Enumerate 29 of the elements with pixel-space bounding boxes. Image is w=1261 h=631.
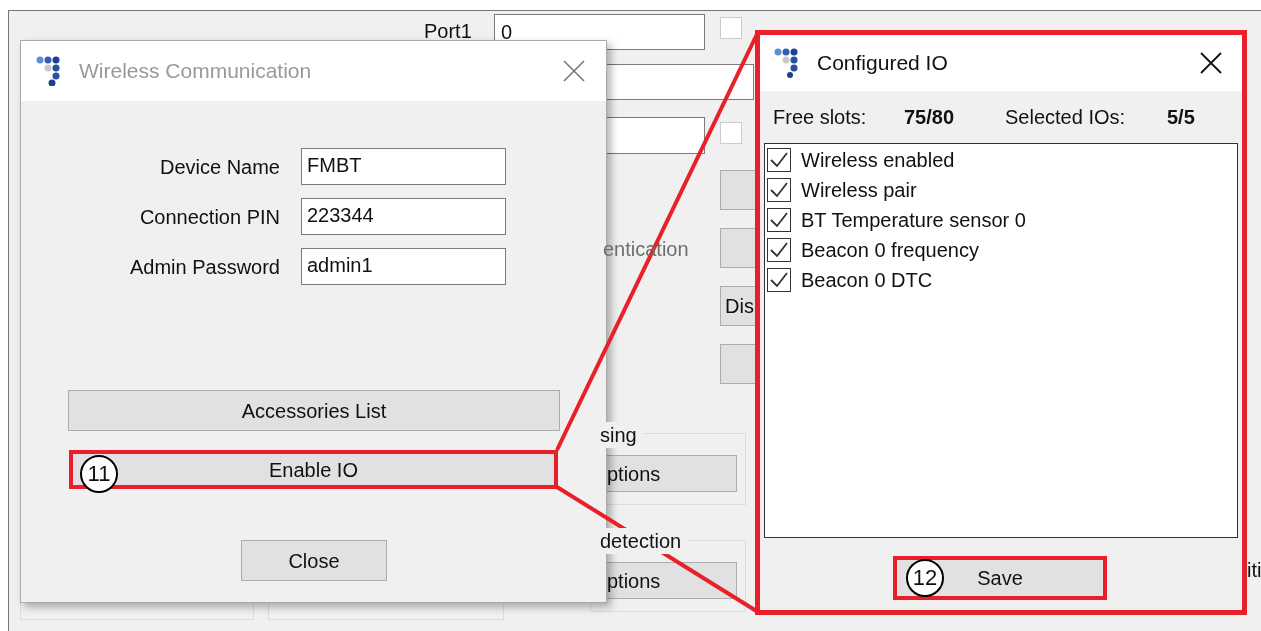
checkbox[interactable] (767, 208, 791, 232)
field-label: Admin Password (128, 254, 281, 280)
field-label: Connection PIN (138, 204, 281, 230)
window-title: Configured IO (817, 50, 949, 77)
checkbox[interactable] (767, 178, 791, 202)
group-label: sing (600, 422, 643, 448)
io-item-label: Beacon 0 DTC (801, 268, 933, 293)
io-item-label: Wireless pair (801, 178, 917, 203)
checkbox[interactable] (767, 238, 791, 262)
text-field[interactable]: FMBT (301, 148, 506, 185)
port-label: Port1 (424, 19, 472, 44)
text-field[interactable]: admin1 (301, 248, 506, 285)
accessories-list-button[interactable]: Accessories List (68, 390, 560, 431)
checkbox[interactable] (767, 148, 791, 172)
close-button[interactable]: Close (241, 540, 387, 581)
group-label: detection (600, 528, 688, 554)
free-slots-label: Free slots: (773, 105, 868, 130)
checkbox[interactable] (767, 268, 791, 292)
selected-ios-value: 5/5 (1167, 105, 1195, 130)
io-item-label: BT Temperature sensor 0 (801, 208, 1026, 233)
field-label: Device Name (158, 154, 281, 180)
selected-ios-label: Selected IOs: (1005, 105, 1127, 130)
text-field[interactable]: 223344 (301, 198, 506, 235)
window-title: Wireless Communication (79, 58, 313, 85)
close-icon[interactable] (1200, 52, 1222, 74)
io-item-label: Beacon 0 frequency (801, 238, 979, 263)
io-item-label: Wireless enabled (801, 148, 955, 173)
label: iti (1247, 558, 1261, 583)
free-slots-value: 75/80 (904, 105, 956, 130)
